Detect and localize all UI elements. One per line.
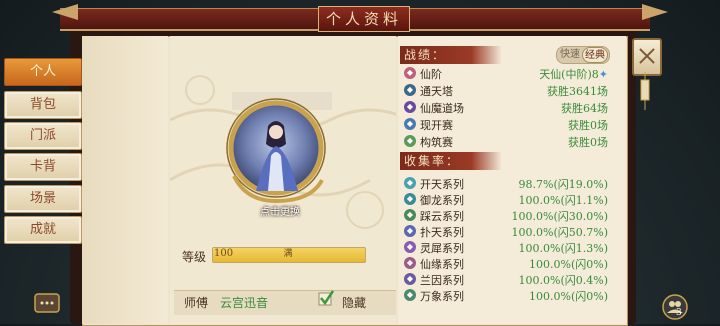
- record-row: ◆ 构筑赛 获胜0场: [404, 134, 608, 150]
- collection-row-value: 100.0%(闪0%): [529, 256, 608, 272]
- record-row-value-text: 获胜3641场: [547, 85, 608, 98]
- rank-icon: ◆: [404, 67, 416, 79]
- collection-row: ◆ 开天系列 98.7%(闪19.0%): [404, 176, 608, 192]
- series-icon: ◆: [404, 209, 416, 221]
- series-icon: ◆: [404, 241, 416, 253]
- collection-row: ◆ 兰因系列 100.0%(闪0.4%): [404, 272, 608, 288]
- series-icon: ◆: [404, 193, 416, 205]
- collection-row-name: 踩云系列: [420, 210, 464, 223]
- lantern-icon: [640, 72, 650, 110]
- collection-row: ◆ 扑天系列 100.0%(闪50.7%): [404, 224, 608, 240]
- collection-row: ◆ 踩云系列 100.0%(闪30.0%): [404, 208, 608, 224]
- collection-row-value-text: 100.0%(闪1.1%): [518, 194, 608, 207]
- level-label: 等级: [182, 250, 207, 264]
- arena-icon: ◆: [404, 101, 416, 113]
- collection-row-value-text: 100.0%(闪0.4%): [518, 274, 608, 287]
- collection-row: ◆ 御龙系列 100.0%(闪1.1%): [404, 192, 608, 208]
- window-title: 个人资料: [318, 6, 410, 32]
- collection-row-value-text: 98.7%(闪19.0%): [518, 178, 608, 191]
- series-icon: ◆: [404, 225, 416, 237]
- hide-checkbox[interactable]: [318, 290, 334, 306]
- collection-row-name: 开天系列: [420, 178, 464, 191]
- toggle-classic[interactable]: 经典: [582, 47, 608, 63]
- record-row-name: 构筑赛: [420, 136, 453, 149]
- record-row: ◆ 现开赛 获胜0场: [404, 117, 608, 133]
- star-icon: ✦: [598, 68, 608, 81]
- record-row: ◆ 仙魔道场 获胜64场: [404, 100, 608, 116]
- record-row-value: 获胜3641场: [547, 83, 608, 99]
- record-row-name: 通天塔: [420, 85, 453, 98]
- collection-row: ◆ 仙缘系列 100.0%(闪0%): [404, 256, 608, 272]
- collection-row-value-text: 100.0%(闪30.0%): [511, 210, 608, 223]
- toggle-quick[interactable]: 快速: [557, 47, 583, 63]
- master-label: 师傅: [184, 296, 209, 310]
- record-row: ◆ 通天塔 获胜3641场: [404, 83, 608, 99]
- collection-row-name: 扑天系列: [420, 226, 464, 239]
- collection-row: ◆ 灵犀系列 100.0%(闪1.3%): [404, 240, 608, 256]
- collection-row-value: 100.0%(闪1.1%): [519, 192, 608, 208]
- record-row-name: 仙阶: [420, 68, 442, 81]
- collection-row-value: 100.0%(闪0%): [529, 288, 608, 304]
- sidebar-item-personal[interactable]: 个人: [4, 58, 82, 86]
- record-row-name: 现开赛: [420, 119, 453, 132]
- record-row-value-text: 获胜0场: [568, 119, 608, 132]
- chat-icon[interactable]: [34, 292, 60, 316]
- record-row-value-text: 获胜64场: [561, 102, 608, 115]
- title-ornament-right: [642, 4, 668, 20]
- draft-icon: ◆: [404, 118, 416, 130]
- level-status: 满: [283, 249, 293, 259]
- record-row-value: 获胜0场: [568, 134, 608, 150]
- record-row-value: 获胜0场: [568, 117, 608, 133]
- collection-row-value-text: 100.0%(闪50.7%): [511, 226, 608, 239]
- collection-row-value: 100.0%(闪30.0%): [512, 208, 608, 224]
- record-row: ◆ 仙阶 天仙(中阶)8✦: [404, 66, 608, 82]
- build-icon: ◆: [404, 135, 416, 147]
- collection-row: ◆ 万象系列 100.0%(闪0%): [404, 288, 608, 304]
- collection-row-value-text: 100.0%(闪0%): [529, 258, 608, 271]
- collection-row-name: 兰因系列: [420, 274, 464, 287]
- master-name[interactable]: 云宫迅音: [220, 294, 268, 311]
- collection-row-value: 100.0%(闪50.7%): [512, 224, 608, 240]
- sidebar-item-scene[interactable]: 场景: [4, 185, 82, 213]
- close-button[interactable]: [632, 38, 662, 76]
- collection-row-name: 御龙系列: [420, 194, 464, 207]
- record-row-name: 仙魔道场: [420, 102, 464, 115]
- record-row-value: 获胜64场: [561, 100, 608, 116]
- collection-row-value-text: 100.0%(闪0%): [529, 290, 608, 303]
- record-row-value-text: 获胜0场: [568, 136, 608, 149]
- change-avatar-label[interactable]: 点击更换: [250, 203, 310, 218]
- record-row-value: 天仙(中阶)8✦: [539, 66, 608, 82]
- friends-icon[interactable]: [662, 294, 688, 320]
- record-heading: 战绩：: [400, 46, 502, 64]
- collection-row-value: 100.0%(闪1.3%): [519, 240, 608, 256]
- record-row-value-text: 天仙(中阶)8: [539, 68, 599, 81]
- sidebar-item-achievements[interactable]: 成就: [4, 216, 82, 244]
- series-icon: ◆: [404, 257, 416, 269]
- collection-row-value-text: 100.0%(闪1.3%): [518, 242, 608, 255]
- series-icon: ◆: [404, 177, 416, 189]
- collection-row-name: 灵犀系列: [420, 242, 464, 255]
- collection-row-value: 98.7%(闪19.0%): [519, 176, 608, 192]
- hide-label: 隐藏: [342, 296, 367, 310]
- sidebar: [82, 36, 168, 324]
- tower-icon: ◆: [404, 84, 416, 96]
- sidebar-item-sect[interactable]: 门派: [4, 122, 82, 150]
- series-icon: ◆: [404, 289, 416, 301]
- mode-toggle[interactable]: 快速 经典: [556, 46, 610, 64]
- series-icon: ◆: [404, 273, 416, 285]
- avatar[interactable]: [226, 96, 328, 206]
- sidebar-item-backpack[interactable]: 背包: [4, 91, 82, 119]
- collection-heading: 收集率：: [400, 152, 502, 170]
- collection-row-name: 万象系列: [420, 290, 464, 303]
- sidebar-item-card-back[interactable]: 卡背: [4, 153, 82, 181]
- friends-count-badge: 3: [676, 308, 682, 318]
- collection-row-name: 仙缘系列: [420, 258, 464, 271]
- collection-row-value: 100.0%(闪0.4%): [519, 272, 608, 288]
